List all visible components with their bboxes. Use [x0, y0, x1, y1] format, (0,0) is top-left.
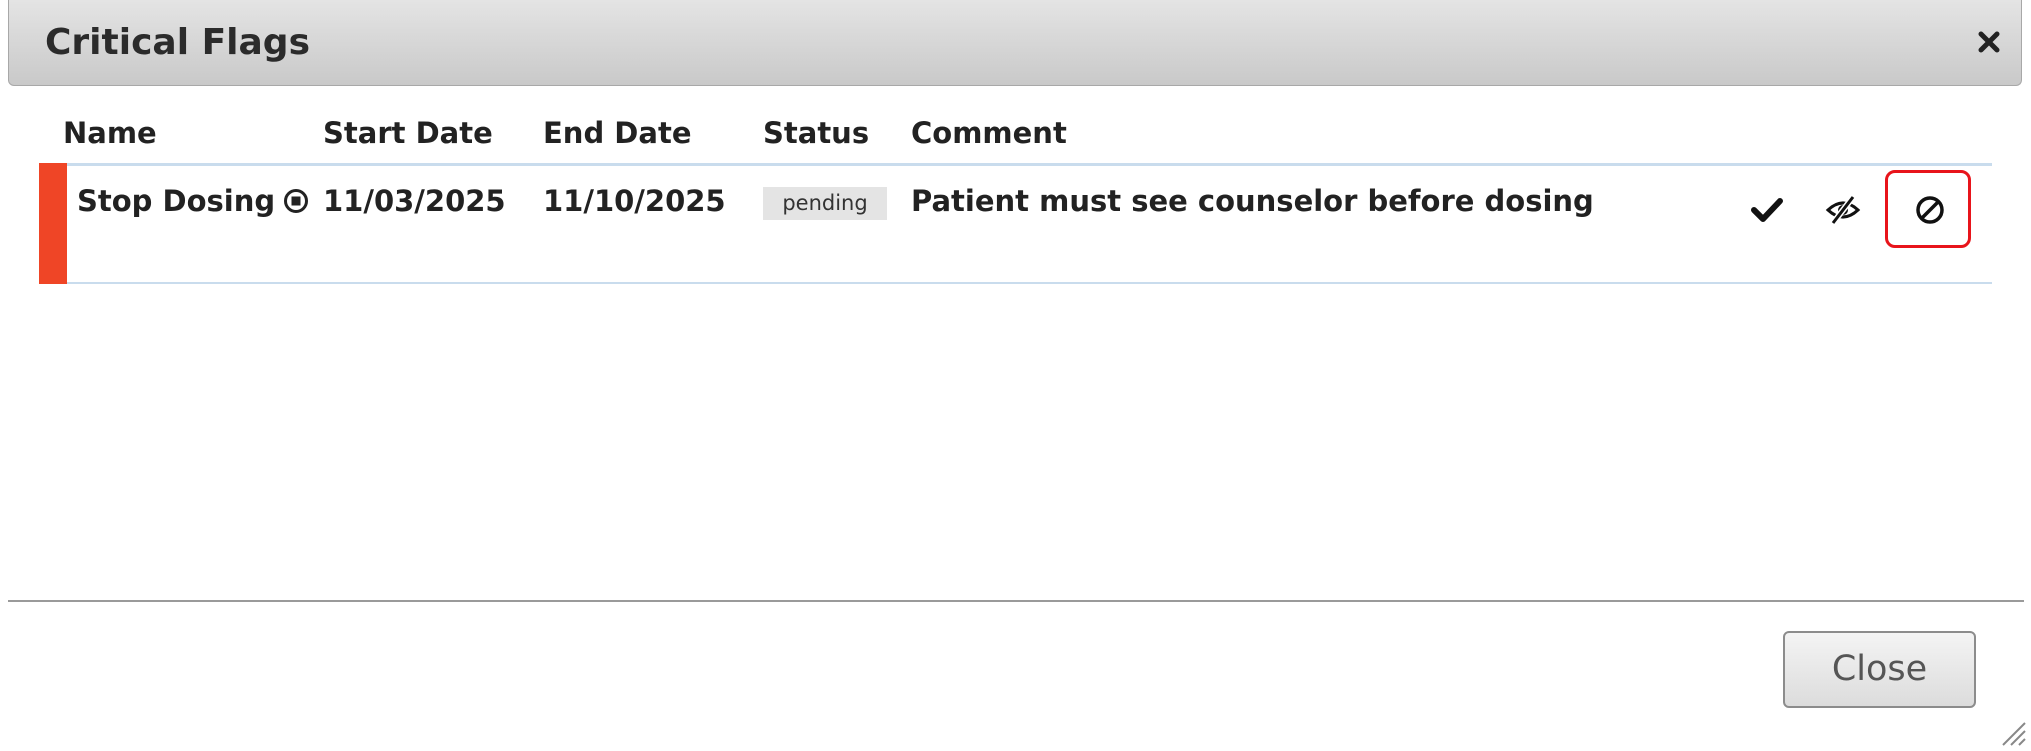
close-icon[interactable]	[1971, 22, 2007, 62]
table-header: Name Start Date End Date Status Comment	[0, 116, 2031, 166]
header-status[interactable]: Status	[763, 116, 869, 150]
header-name[interactable]: Name	[63, 116, 157, 150]
critical-flags-dialog: Critical Flags Name Start Date End Date …	[0, 0, 2031, 747]
footer-divider	[8, 600, 2024, 602]
start-date-cell: 11/03/2025	[323, 184, 506, 218]
close-button[interactable]: Close	[1783, 631, 1976, 708]
resize-grip-icon[interactable]	[2001, 721, 2027, 747]
stop-circle-icon	[284, 189, 309, 213]
flag-name: Stop Dosing	[77, 184, 276, 218]
status-badge: pending	[763, 187, 887, 220]
table-row[interactable]: Stop Dosing 11/03/2025 11/10/2025 pendin…	[39, 163, 1992, 284]
flag-color-bar	[39, 163, 67, 284]
end-date-cell: 11/10/2025	[543, 184, 726, 218]
ban-icon[interactable]	[1910, 190, 1950, 230]
header-comment[interactable]: Comment	[911, 116, 1067, 150]
check-icon[interactable]	[1747, 190, 1787, 230]
eye-slash-icon[interactable]	[1823, 190, 1863, 230]
header-end-date[interactable]: End Date	[543, 116, 691, 150]
comment-cell: Patient must see counselor before dosing	[911, 184, 1594, 218]
dialog-titlebar[interactable]: Critical Flags	[8, 0, 2022, 86]
dialog-title: Critical Flags	[45, 22, 310, 63]
flag-name-cell: Stop Dosing	[77, 184, 309, 218]
header-start-date[interactable]: Start Date	[323, 116, 493, 150]
